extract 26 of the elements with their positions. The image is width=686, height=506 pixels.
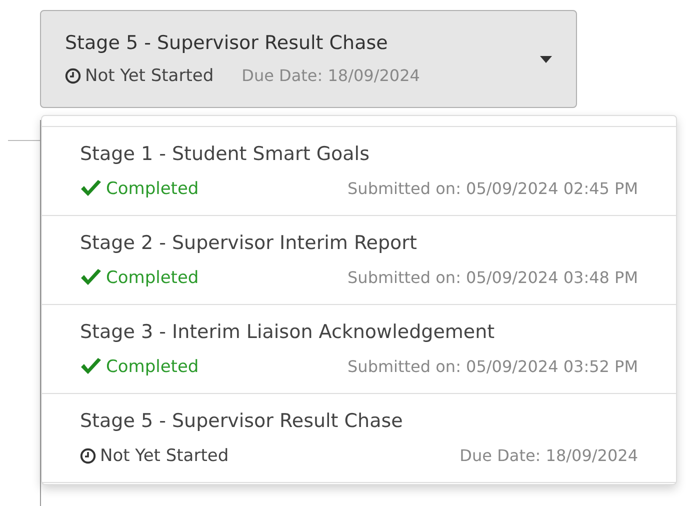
checkmark-icon: [80, 269, 102, 288]
status-label: Not Yet Started: [100, 444, 229, 468]
option-date: Submitted on: 05/09/2024 02:45 PM: [348, 178, 638, 200]
status-label: Completed: [106, 356, 199, 378]
option-date: Due Date: 18/09/2024: [460, 445, 638, 468]
option-title: Stage 2 - Supervisor Interim Report: [80, 231, 418, 256]
option-title: Stage 5 - Supervisor Result Chase: [80, 409, 404, 434]
clock-icon: [80, 448, 96, 464]
stage-title: Stage 5 - Supervisor Result Chase: [65, 31, 389, 56]
option-date: Submitted on: 05/09/2024 03:48 PM: [348, 267, 638, 290]
checkmark-icon: [80, 358, 102, 376]
option-date: Submitted on: 05/09/2024 03:52 PM: [348, 356, 638, 378]
caret-icon: [540, 56, 552, 62]
checkmark-icon: [80, 180, 102, 198]
stage-selector[interactable]: Stage 5 - Supervisor Result Chase Not Yet Started Due Date: 18/09/2024: [40, 10, 577, 108]
stage-option[interactable]: Stage 2 - Supervisor Interim Report Completed Submitted on: 05/09/2024 03:48 PM: [42, 215, 676, 305]
stage-option[interactable]: Stage 1 - Student Smart Goals Completed Submitted on: 05/09/2024 02:45 PM: [42, 126, 676, 216]
status-label: Completed: [106, 266, 199, 290]
stage-option[interactable]: Stage 5 - Supervisor Result Chase Not Yet Started Due Date: 18/09/2024: [42, 393, 676, 483]
option-title: Stage 1 - Student Smart Goals: [80, 142, 370, 167]
status-label: Not Yet Started: [85, 64, 214, 88]
status-label: Completed: [106, 178, 199, 200]
due-date: Due Date: 18/09/2024: [242, 65, 420, 88]
clock-icon: [65, 68, 81, 84]
stage-option[interactable]: Stage 3 - Interim Liaison Acknowledgement Completed Submitted on: 05/09/2024 03:52 PM: [42, 304, 676, 394]
option-title: Stage 3 - Interim Liaison Acknowledgement: [80, 320, 496, 345]
